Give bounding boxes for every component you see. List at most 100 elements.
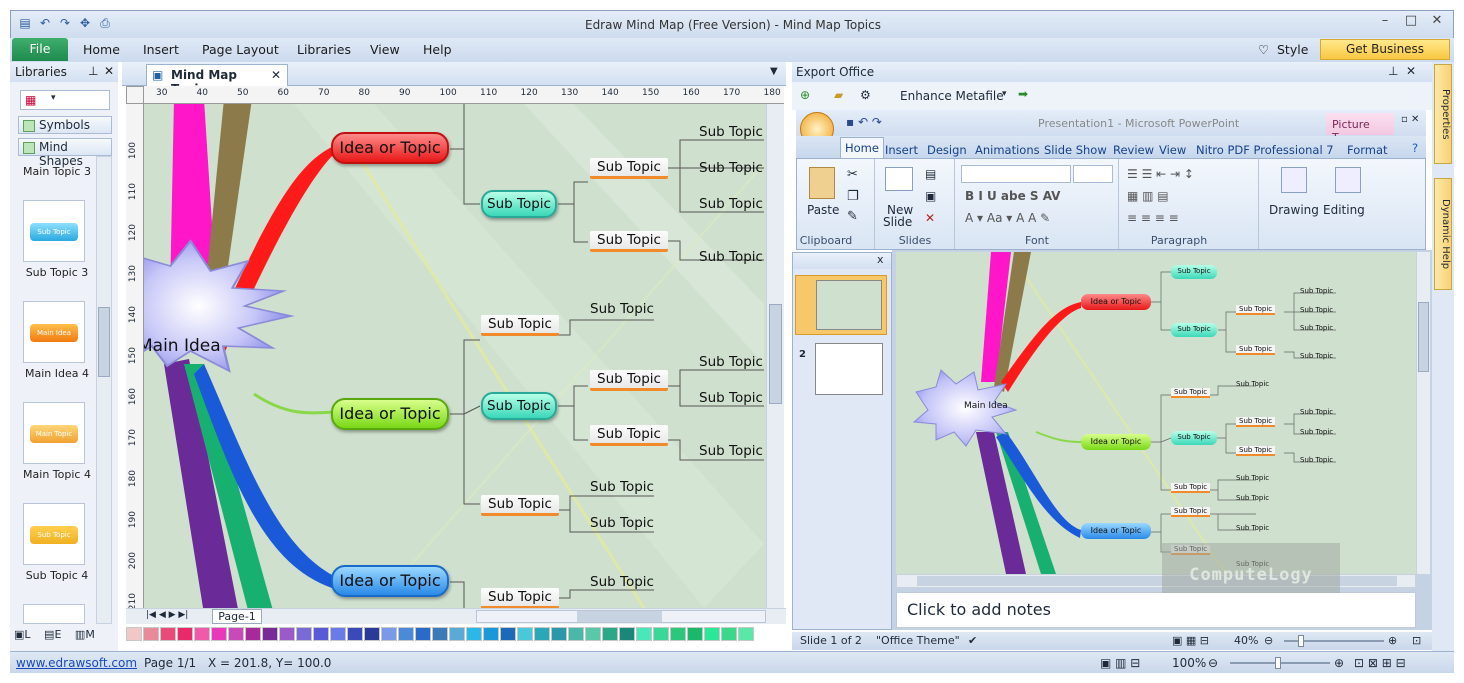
- font-color-icons[interactable]: A ▾ Aa ▾ A A ✎: [965, 211, 1050, 225]
- mind-map-canvas[interactable]: Main Idea Idea or Topic Idea or Topic Id…: [144, 104, 766, 608]
- palette-swatch[interactable]: [687, 627, 703, 641]
- delete-slide-icon[interactable]: ✕: [925, 211, 935, 225]
- library-selector[interactable]: ▦ ▾: [20, 90, 110, 110]
- sub-topic-node[interactable]: Sub Topic: [481, 392, 557, 420]
- palette-swatch[interactable]: [568, 627, 584, 641]
- canvas-scroll-thumb[interactable]: [769, 304, 782, 404]
- document-tab[interactable]: ▣ Mind Map Topics ✕: [146, 64, 288, 96]
- cut-icon[interactable]: ✂: [847, 167, 858, 182]
- new-slide-button-2[interactable]: Slide: [883, 215, 912, 229]
- slide-sub-topic[interactable]: Sub Topic: [1300, 287, 1333, 295]
- view-buttons[interactable]: ▣ ▦ ⊟: [1172, 634, 1209, 647]
- pp-tab-design[interactable]: Design: [927, 143, 967, 157]
- sub-topic-box[interactable]: Sub Topic: [590, 370, 668, 391]
- pp-tab-home[interactable]: Home: [840, 137, 884, 159]
- slide-idea-red[interactable]: Idea or Topic: [1081, 294, 1151, 310]
- palette-swatch[interactable]: [636, 627, 652, 641]
- slide-sub-topic[interactable]: Sub Topic: [1236, 524, 1269, 532]
- palette-swatch[interactable]: [330, 627, 346, 641]
- palette-swatch[interactable]: [143, 627, 159, 641]
- palette-swatch[interactable]: [466, 627, 482, 641]
- slide-sub-topic[interactable]: Sub Topic: [1171, 323, 1217, 337]
- library-tab-e[interactable]: ▤E: [44, 628, 61, 641]
- palette-swatch[interactable]: [500, 627, 516, 641]
- bullets-icon[interactable]: ☰ ☰ ⇤ ⇥ ↕: [1127, 167, 1194, 181]
- library-scrollbar[interactable]: [96, 156, 112, 624]
- library-item-partial[interactable]: [23, 604, 85, 624]
- palette-swatch[interactable]: [602, 627, 618, 641]
- palette-swatch[interactable]: [517, 627, 533, 641]
- help-icon[interactable]: ?: [1412, 141, 1418, 155]
- chevron-down-icon[interactable]: ▾: [1002, 89, 1007, 99]
- zoom-thumb[interactable]: [1275, 657, 1281, 669]
- file-menu-button[interactable]: File: [12, 38, 68, 61]
- palette-swatch[interactable]: [279, 627, 295, 641]
- format-select[interactable]: Enhance Metafile: [900, 89, 1004, 103]
- slide-vertical-scrollbar[interactable]: [1416, 252, 1430, 574]
- pp-tab-insert[interactable]: Insert: [885, 143, 918, 157]
- view-buttons[interactable]: ▣ ▥ ⊟: [1100, 656, 1140, 670]
- palette-swatch[interactable]: [347, 627, 363, 641]
- paste-button[interactable]: Paste: [807, 203, 839, 217]
- library-category-mind-shapes[interactable]: Mind Shapes: [18, 138, 112, 168]
- palette-swatch[interactable]: [534, 627, 550, 641]
- add-icon[interactable]: ⊕: [800, 88, 810, 102]
- font-size-select[interactable]: [1073, 165, 1113, 183]
- pp-tab-view[interactable]: View: [1159, 143, 1186, 157]
- drawing-button[interactable]: Drawing: [1269, 203, 1319, 217]
- idea-topic-node-green[interactable]: Idea or Topic: [331, 398, 449, 430]
- sub-topic-box[interactable]: Sub Topic: [481, 315, 559, 336]
- slide-thumb-2[interactable]: [815, 343, 883, 395]
- slides-pane-close-icon[interactable]: x: [877, 253, 884, 266]
- main-idea-node[interactable]: Main Idea: [144, 336, 221, 356]
- sub-topic-text[interactable]: Sub Topic: [699, 196, 763, 212]
- palette-swatch[interactable]: [194, 627, 210, 641]
- pp-tab-review[interactable]: Review: [1113, 143, 1154, 157]
- palette-swatch[interactable]: [449, 627, 465, 641]
- palette-swatch[interactable]: [415, 627, 431, 641]
- menu-libraries[interactable]: Libraries: [297, 42, 351, 57]
- export-go-icon[interactable]: ➡: [1018, 87, 1028, 101]
- library-item-main-topic-4[interactable]: Main Topic: [23, 402, 85, 464]
- zoom-out-icon[interactable]: ⊖: [1264, 634, 1273, 647]
- get-business-button[interactable]: Get Business Version...: [1320, 39, 1450, 75]
- tab-list-icon[interactable]: ▼: [770, 66, 778, 77]
- palette-swatch[interactable]: [704, 627, 720, 641]
- menu-page-layout[interactable]: Page Layout: [202, 42, 279, 57]
- page-tab[interactable]: Page-1: [212, 609, 262, 624]
- sub-topic-box[interactable]: Sub Topic: [590, 158, 668, 179]
- slide-sub-topic[interactable]: Sub Topic: [1300, 456, 1333, 464]
- maximize-icon[interactable]: □: [1399, 13, 1423, 33]
- palette-swatch[interactable]: [551, 627, 567, 641]
- sub-topic-text[interactable]: Sub Topic: [699, 249, 763, 265]
- palette-swatch[interactable]: [126, 627, 142, 641]
- sub-topic-box[interactable]: Sub Topic: [590, 231, 668, 252]
- slide-sub-topic[interactable]: Sub Topic: [1171, 483, 1211, 493]
- library-item-main-idea-4[interactable]: Main Idea: [23, 301, 85, 363]
- slide-sub-topic[interactable]: Sub Topic: [1236, 380, 1269, 388]
- palette-swatch[interactable]: [262, 627, 278, 641]
- notes-pane[interactable]: Click to add notes: [896, 592, 1416, 628]
- pin-icon[interactable]: ⊥: [88, 64, 98, 78]
- slide-sub-topic[interactable]: Sub Topic: [1171, 388, 1211, 398]
- palette-swatch[interactable]: [364, 627, 380, 641]
- sub-topic-text[interactable]: Sub Topic: [699, 390, 763, 406]
- pp-zoom-thumb[interactable]: [1298, 635, 1304, 647]
- pin-icon[interactable]: ⊥: [1388, 64, 1398, 78]
- bold-icon[interactable]: B I U abe S AV: [965, 189, 1060, 203]
- palette-swatch[interactable]: [211, 627, 227, 641]
- pp-zoom-slider[interactable]: [1284, 635, 1384, 647]
- slide-thumb-1[interactable]: [795, 275, 887, 335]
- slide-idea-green[interactable]: Idea or Topic: [1081, 434, 1151, 450]
- tab-close-icon[interactable]: ✕: [271, 68, 281, 82]
- slide-canvas[interactable]: Main Idea Idea or Topic Idea or Topic Id…: [896, 252, 1416, 574]
- library-item-sub-topic-4[interactable]: Sub Topic: [23, 503, 85, 565]
- palette-swatch[interactable]: [721, 627, 737, 641]
- fit-window-icon[interactable]: ⊡: [1412, 634, 1421, 647]
- canvas-horizontal-scrollbar[interactable]: [476, 610, 766, 623]
- editing-button[interactable]: Editing: [1323, 203, 1365, 217]
- library-category-symbols[interactable]: Symbols: [18, 116, 112, 134]
- format-painter-icon[interactable]: ✎: [847, 209, 858, 224]
- slide-sub-topic[interactable]: Sub Topic: [1300, 306, 1333, 314]
- library-tab-m[interactable]: ▥M: [75, 628, 95, 641]
